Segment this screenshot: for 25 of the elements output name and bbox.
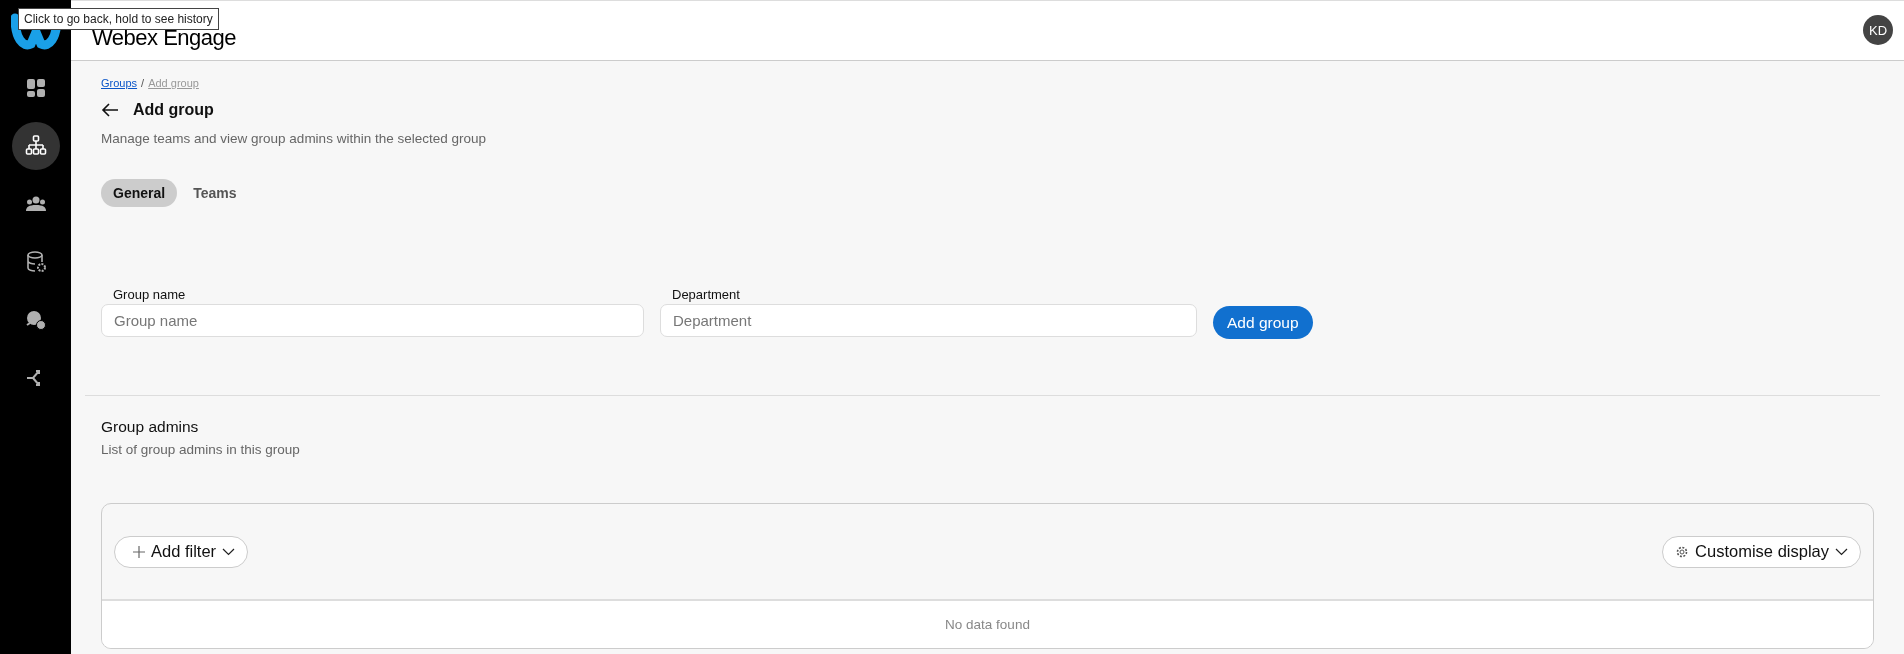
input-field[interactable]: Group name [101,304,644,337]
caret-icon [222,547,236,556]
gear-icon [1675,544,1690,559]
caret-icon [1835,547,1848,556]
customise-display-button[interactable]: Customise display [1662,535,1861,568]
breadcrumb-separator: / [141,77,145,89]
add-filter-button[interactable]: Add filter [114,535,249,568]
page-title: Add group [133,101,214,119]
tab[interactable]: General [101,179,178,207]
tab[interactable]: Teams [181,179,249,207]
user-avatar[interactable]: KD [1863,15,1893,45]
add-group-button[interactable]: Add group [1213,306,1313,339]
field-label: Department [671,287,741,302]
tooltip: Click to go back, hold to see history [18,8,219,30]
plus-icon [133,545,145,558]
page-description: Manage teams and view group admins within the selected group [101,131,487,146]
sidebar-item[interactable] [11,122,60,170]
input-field[interactable]: Department [660,304,1197,337]
back-arrow-icon[interactable] [101,103,119,117]
section-title: Group admins [101,418,200,436]
empty-message: No data found [945,617,1030,632]
breadcrumb-link[interactable]: Groups [101,77,138,89]
hierarchy-icon [23,134,48,158]
section-description: List of group admins in this group [101,442,301,457]
field-label: Group name [112,287,187,302]
